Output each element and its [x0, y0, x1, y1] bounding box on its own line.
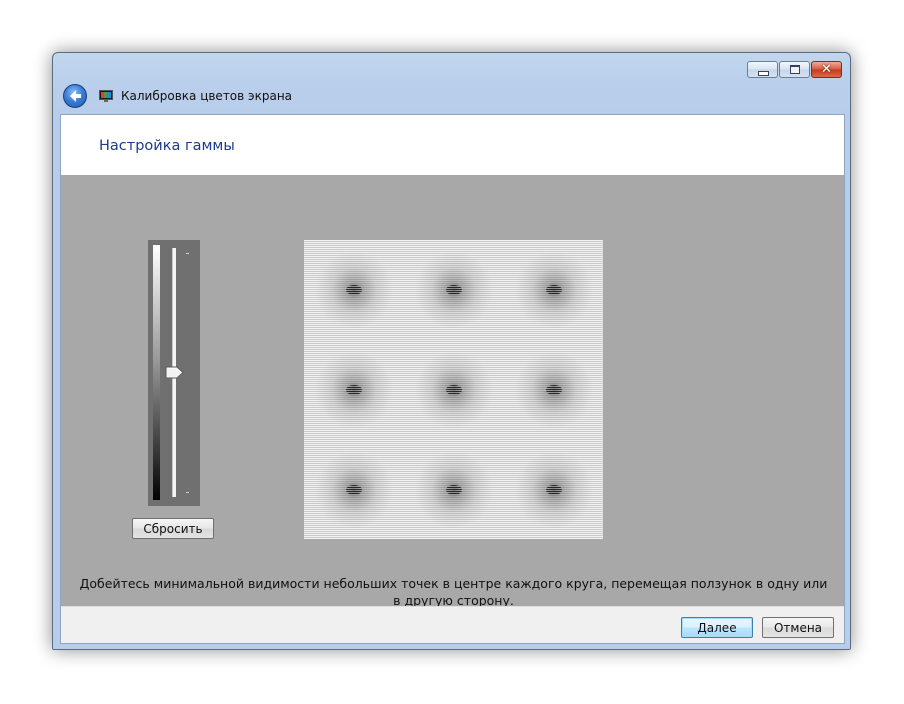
wizard-footer: Далее Отмена — [61, 606, 844, 643]
close-icon: ✕ — [821, 62, 832, 77]
slider-thumb-icon[interactable] — [165, 366, 185, 379]
next-button[interactable]: Далее — [681, 617, 753, 638]
window-title: Калибровка цветов экрана — [121, 89, 293, 103]
instruction-text: Добейтесь минимальной видимости небольши… — [79, 576, 828, 608]
header-band: Настройка гаммы — [61, 115, 844, 175]
slider-tick-top — [186, 253, 189, 254]
gamma-spot — [304, 440, 404, 539]
back-button[interactable] — [63, 84, 87, 108]
gamma-spot — [304, 240, 404, 340]
wizard-client-area: Настройка гаммы Сбросить Добейтесь миним… — [60, 114, 845, 644]
slider-tick-bottom — [186, 492, 189, 493]
gamma-spot — [304, 340, 404, 440]
gamma-spot — [404, 240, 504, 340]
gamma-slider[interactable] — [148, 240, 200, 506]
monitor-color-icon — [99, 90, 113, 102]
calibration-window: ✕ Калибровка цветов экрана Настройка гам… — [52, 52, 851, 650]
gamma-gradient-bar — [153, 245, 160, 500]
close-button[interactable]: ✕ — [811, 61, 842, 78]
gamma-test-pattern — [304, 240, 603, 539]
page-title: Настройка гаммы — [99, 138, 235, 154]
maximize-button[interactable] — [779, 61, 810, 78]
cancel-button[interactable]: Отмена — [762, 617, 834, 638]
back-arrow-icon — [70, 90, 81, 102]
maximize-icon — [790, 65, 800, 74]
gamma-spot — [504, 240, 603, 340]
gamma-spot — [504, 340, 603, 440]
minimize-button[interactable] — [747, 61, 778, 78]
minimize-icon — [758, 71, 769, 76]
gamma-spot — [504, 440, 603, 539]
caption-buttons: ✕ — [746, 61, 842, 79]
gamma-spot — [404, 440, 504, 539]
gamma-spot — [404, 340, 504, 440]
reset-button[interactable]: Сбросить — [132, 518, 214, 539]
